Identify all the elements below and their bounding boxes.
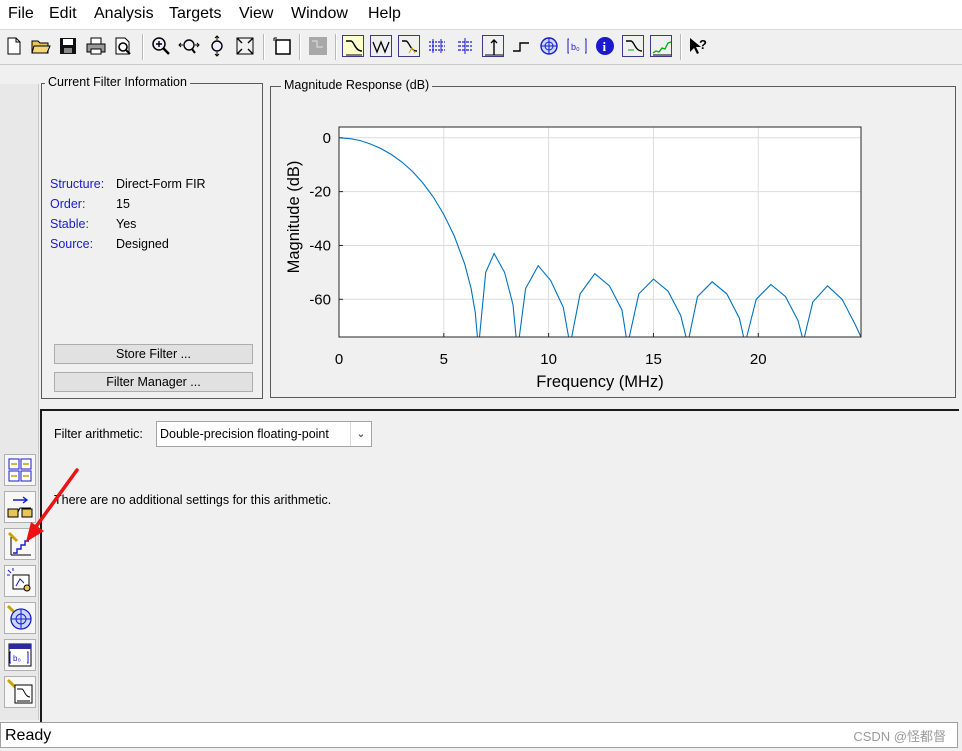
stable-label: Stable: <box>50 217 89 231</box>
y-tick-label: -60 <box>309 291 331 308</box>
current-filter-info-panel: Current Filter Information Structure: Di… <box>41 75 263 399</box>
step-response-icon[interactable] <box>510 35 532 57</box>
design-mode-sidebar: b₀ <box>0 84 39 720</box>
menu-file[interactable]: File <box>8 5 34 23</box>
menu-targets[interactable]: Targets <box>169 5 221 23</box>
filter-info-icon[interactable]: i <box>594 35 616 57</box>
svg-text:i: i <box>603 39 607 54</box>
y-tick-label: -40 <box>309 237 331 254</box>
x-tick-label: 20 <box>750 351 767 368</box>
toolbar-separator <box>142 34 144 60</box>
x-axis-label: Frequency (MHz) <box>536 373 663 391</box>
toolbar-separator <box>299 34 301 60</box>
menu-view[interactable]: View <box>239 5 273 23</box>
multirate-icon[interactable] <box>4 676 36 708</box>
chevron-down-icon[interactable]: ⌄ <box>350 422 371 446</box>
svg-text:b₀: b₀ <box>571 42 580 52</box>
magnitude-response-panel: Magnitude Response (dB) 0 5 10 15 20 0 -20 -40-… <box>270 78 956 398</box>
whats-this-help-icon[interactable]: ? <box>687 35 709 57</box>
save-icon[interactable] <box>57 35 79 57</box>
svg-text:b₀: b₀ <box>13 654 21 663</box>
watermark: CSDN @怪都督 <box>853 729 946 744</box>
filter-arithmetic-value: Double-precision floating-point <box>160 427 329 441</box>
x-tick-label: 15 <box>645 351 662 368</box>
zoom-x-icon[interactable] <box>178 35 200 57</box>
full-view-icon[interactable] <box>234 35 256 57</box>
structure-label: Structure: <box>50 177 105 191</box>
menu-edit[interactable]: Edit <box>49 5 77 23</box>
plot-area <box>339 127 861 337</box>
pole-zero-icon[interactable] <box>538 35 560 57</box>
import-filter-icon[interactable]: b₀ <box>4 639 36 671</box>
zoom-y-icon[interactable] <box>206 35 228 57</box>
magnitude-response-chart: 0 5 10 15 20 0 -20 -40 -60 Frequency (MHz) Magnitu… <box>285 126 862 391</box>
new-file-icon[interactable] <box>3 35 25 57</box>
x-tick-label: 0 <box>335 351 343 368</box>
new-window-icon[interactable] <box>271 35 293 57</box>
menu-help[interactable]: Help <box>368 5 401 23</box>
filter-arithmetic-label: Filter arithmetic: <box>54 427 143 441</box>
menu-analysis[interactable]: Analysis <box>94 5 154 23</box>
grid-disabled-icon <box>307 35 329 57</box>
y-tick-label: 0 <box>323 130 331 147</box>
open-folder-icon[interactable] <box>30 35 52 57</box>
phase-response-icon[interactable] <box>370 35 392 57</box>
toolbar-separator <box>680 34 682 60</box>
group-delay-icon[interactable] <box>426 35 448 57</box>
y-axis-label: Magnitude (dB) <box>285 161 303 274</box>
realize-model-icon[interactable] <box>4 565 36 597</box>
source-value: Designed <box>116 237 169 251</box>
impulse-response-icon[interactable] <box>482 35 504 57</box>
menu-bar: File Edit Analysis Targets View Window H… <box>0 0 962 29</box>
panel-title: Current Filter Information <box>45 75 190 89</box>
order-value: 15 <box>116 197 130 211</box>
pole-zero-editor-icon[interactable] <box>4 602 36 634</box>
svg-text:?: ? <box>699 37 707 52</box>
filter-coefficients-icon[interactable]: b₀ <box>566 35 588 57</box>
arithmetic-settings-message: There are no additional settings for thi… <box>54 493 332 507</box>
toolbar-separator <box>335 34 337 60</box>
print-preview-icon[interactable] <box>112 35 134 57</box>
order-label: Order: <box>50 197 86 211</box>
structure-value: Direct-Form FIR <box>116 177 206 191</box>
stable-value: Yes <box>116 217 137 231</box>
magnitude-estimate-icon[interactable] <box>622 35 644 57</box>
x-tick-label: 10 <box>540 351 557 368</box>
magnitude-response-icon[interactable] <box>342 35 364 57</box>
zoom-in-icon[interactable] <box>150 35 172 57</box>
print-icon[interactable] <box>85 35 107 57</box>
filter-arithmetic-pane: Filter arithmetic: Double-precision floa… <box>40 409 959 722</box>
magnitude-phase-icon[interactable] <box>398 35 420 57</box>
menu-window[interactable]: Window <box>291 5 348 23</box>
status-bar: Ready <box>0 722 958 748</box>
x-tick-label: 5 <box>440 351 448 368</box>
toolbar-separator <box>263 34 265 60</box>
phase-delay-icon[interactable] <box>454 35 476 57</box>
noise-power-icon[interactable] <box>650 35 672 57</box>
filter-arithmetic-select[interactable]: Double-precision floating-point ⌄ <box>156 421 372 447</box>
source-label: Source: <box>50 237 94 251</box>
store-filter-button[interactable]: Store Filter ... <box>54 344 253 364</box>
toolbar: b₀ i ? <box>0 29 962 65</box>
filter-manager-button[interactable]: Filter Manager ... <box>54 372 253 392</box>
status-text: Ready <box>5 727 52 744</box>
y-tick-label: -20 <box>309 184 331 201</box>
annotation-arrow-icon <box>26 468 79 542</box>
